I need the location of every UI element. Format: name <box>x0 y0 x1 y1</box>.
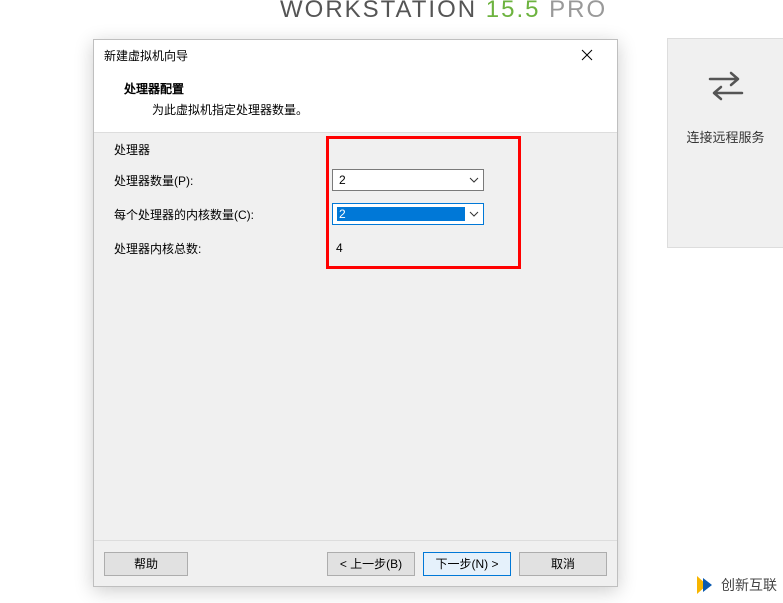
cores-per-processor-combo[interactable]: 2 <box>332 203 484 225</box>
processor-group-label: 处理器 <box>112 141 152 158</box>
processor-count-label: 处理器数量(P): <box>102 172 332 189</box>
brand-version: 15.5 <box>486 0 541 23</box>
back-button[interactable]: < 上一步(B) <box>327 552 415 576</box>
dialog-header: 处理器配置 为此虚拟机指定处理器数量。 <box>94 70 617 133</box>
background-brand: WORKSTATION 15.5 PRO <box>280 0 607 24</box>
close-icon <box>581 49 593 61</box>
connect-remote-label: 连接远程服务 <box>668 127 783 146</box>
watermark-text: 创新互联 <box>721 575 777 595</box>
close-button[interactable] <box>567 41 607 69</box>
cores-per-processor-value: 2 <box>337 207 465 221</box>
new-vm-wizard-dialog: 新建虚拟机向导 处理器配置 为此虚拟机指定处理器数量。 处理器 处理器数量(P)… <box>93 39 618 587</box>
dialog-footer: 帮助 < 上一步(B) 下一步(N) > 取消 <box>94 540 617 586</box>
brand-word: WORKSTATION <box>280 0 477 23</box>
processor-count-value: 2 <box>339 173 465 187</box>
dialog-titlebar: 新建虚拟机向导 <box>94 40 617 70</box>
cores-per-processor-label: 每个处理器的内核数量(C): <box>102 206 332 223</box>
chevron-down-icon <box>465 204 483 224</box>
row-total-cores: 处理器内核总数: 4 <box>102 231 609 265</box>
total-cores-value: 4 <box>332 241 492 255</box>
row-cores-per-processor: 每个处理器的内核数量(C): 2 <box>102 197 609 231</box>
row-processor-count: 处理器数量(P): 2 <box>102 163 609 197</box>
help-button[interactable]: 帮助 <box>104 552 188 576</box>
connect-remote-panel[interactable]: 连接远程服务 <box>667 38 783 248</box>
chevron-down-icon <box>465 170 483 190</box>
brand-edition: PRO <box>549 0 607 23</box>
header-title: 处理器配置 <box>124 80 597 97</box>
dialog-body: 处理器 处理器数量(P): 2 每个处理器的内核数量(C): 2 <box>94 133 617 540</box>
cancel-button[interactable]: 取消 <box>519 552 607 576</box>
total-cores-label: 处理器内核总数: <box>102 240 332 257</box>
dialog-title: 新建虚拟机向导 <box>104 47 567 64</box>
watermark-logo-icon <box>695 574 717 596</box>
watermark: 创新互联 <box>695 574 777 596</box>
processor-count-combo[interactable]: 2 <box>332 169 484 191</box>
connect-remote-icon <box>668 69 783 103</box>
header-subtitle: 为此虚拟机指定处理器数量。 <box>124 101 597 118</box>
next-button[interactable]: 下一步(N) > <box>423 552 511 576</box>
